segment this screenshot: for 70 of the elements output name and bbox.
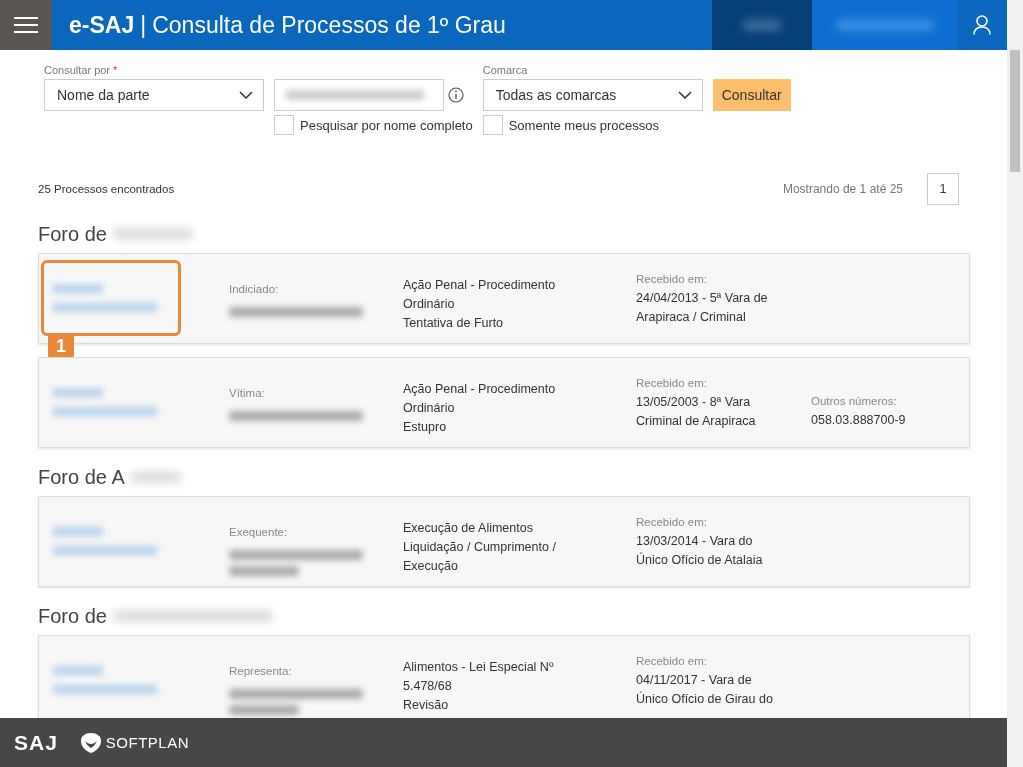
group-heading: Foro de [38, 604, 107, 628]
received-text: 13/05/2003 - 8ª Vara [636, 394, 752, 411]
title-separator: | [140, 11, 147, 39]
case-class-text: Tentativa de Furto [403, 315, 505, 332]
checkbox-label: Somente meus processos [508, 117, 659, 133]
search-type-dropdown[interactable]: Nome da parte [44, 79, 264, 111]
redacted-text [229, 705, 299, 715]
redacted-link[interactable] [53, 303, 157, 312]
received-label: Recebido em: [636, 654, 708, 669]
chevron-down-icon [239, 91, 253, 99]
field-label: Consultar por * [44, 64, 119, 78]
field-label: Comarca [482, 64, 529, 78]
results-range: Mostrando de 1 até 25 [782, 182, 903, 196]
received-text: Único Ofício de Atalaia [636, 551, 764, 569]
redacted-link[interactable] [53, 666, 103, 675]
received-label: Recebido em: [636, 376, 708, 391]
page-button[interactable]: 1 [927, 173, 959, 205]
redacted-link[interactable] [53, 388, 103, 397]
brand-name: e-SAJ [69, 11, 135, 39]
case-class-text: Ação Penal - Procedimento [403, 381, 557, 398]
received-text: Único Ofício de Girau do [636, 690, 774, 708]
party-label: Representa: [229, 664, 293, 679]
received-label: Recebido em: [636, 515, 708, 530]
menu-button[interactable] [0, 0, 52, 50]
party-label: Vítima: [229, 386, 266, 401]
checkbox-label: Pesquisar por nome completo [300, 117, 473, 133]
received-label: Recebido em: [636, 272, 708, 287]
search-button[interactable]: Consultar [712, 79, 791, 111]
menu-icon [14, 17, 38, 33]
group-heading: Foro de [38, 222, 107, 246]
page-title: Consulta de Processos de 1º Grau [152, 11, 506, 39]
case-class-text: Execução [403, 558, 459, 575]
redacted-link[interactable] [53, 527, 103, 536]
redacted-link[interactable] [53, 546, 157, 555]
redacted-text [229, 566, 299, 576]
info-icon[interactable] [448, 87, 464, 103]
case-class-text: Ação Penal - Procedimento [403, 277, 557, 294]
received-text: 24/04/2013 - 5ª Vara de [636, 290, 769, 307]
checkbox[interactable] [274, 115, 294, 135]
received-text: Criminal de Arapiraca [636, 413, 757, 430]
case-class-text: Ordinário [403, 400, 456, 417]
party-label: Indiciado: [229, 282, 280, 297]
user-icon [973, 15, 991, 35]
comarca-dropdown[interactable]: Todas as comarcas [482, 79, 703, 111]
annotation-badge: 1 [48, 334, 74, 358]
case-class-text: Estupro [403, 419, 448, 436]
case-class-text: Execução de Alimentos [403, 520, 534, 537]
other-number: 058.03.888700-9 [811, 412, 906, 429]
redacted-text [130, 471, 181, 483]
received-text: 04/11/2017 - Vara de [636, 672, 753, 689]
case-class-text: Ordinário [403, 296, 456, 313]
shield-logo-icon [79, 731, 102, 754]
case-class-text: Revisão [403, 697, 450, 714]
name-input-field[interactable] [274, 79, 444, 111]
case-class-text: Alimentos - Lei Especial Nº [403, 659, 555, 676]
redacted-link[interactable] [53, 407, 157, 416]
case-class-text: 5.478/68 [403, 678, 453, 695]
case-class-text: Liquidação / Cumprimento / [403, 539, 557, 556]
redacted-link[interactable] [53, 284, 103, 293]
softplan-logo: SOFTPLAN [105, 734, 190, 751]
received-text: 13/03/2014 - Vara do [636, 533, 754, 550]
redacted-link[interactable] [53, 685, 157, 694]
party-label: Exequente: [229, 525, 289, 540]
chevron-down-icon [677, 91, 692, 99]
group-heading: Foro de A [38, 465, 125, 489]
other-numbers-label: Outros números: [811, 394, 898, 409]
checkbox[interactable] [482, 115, 503, 135]
results-count: 25 Processos encontrados [38, 183, 175, 195]
saj-logo: SAJ [14, 730, 58, 755]
received-text: Arapiraca / Criminal [636, 309, 747, 326]
